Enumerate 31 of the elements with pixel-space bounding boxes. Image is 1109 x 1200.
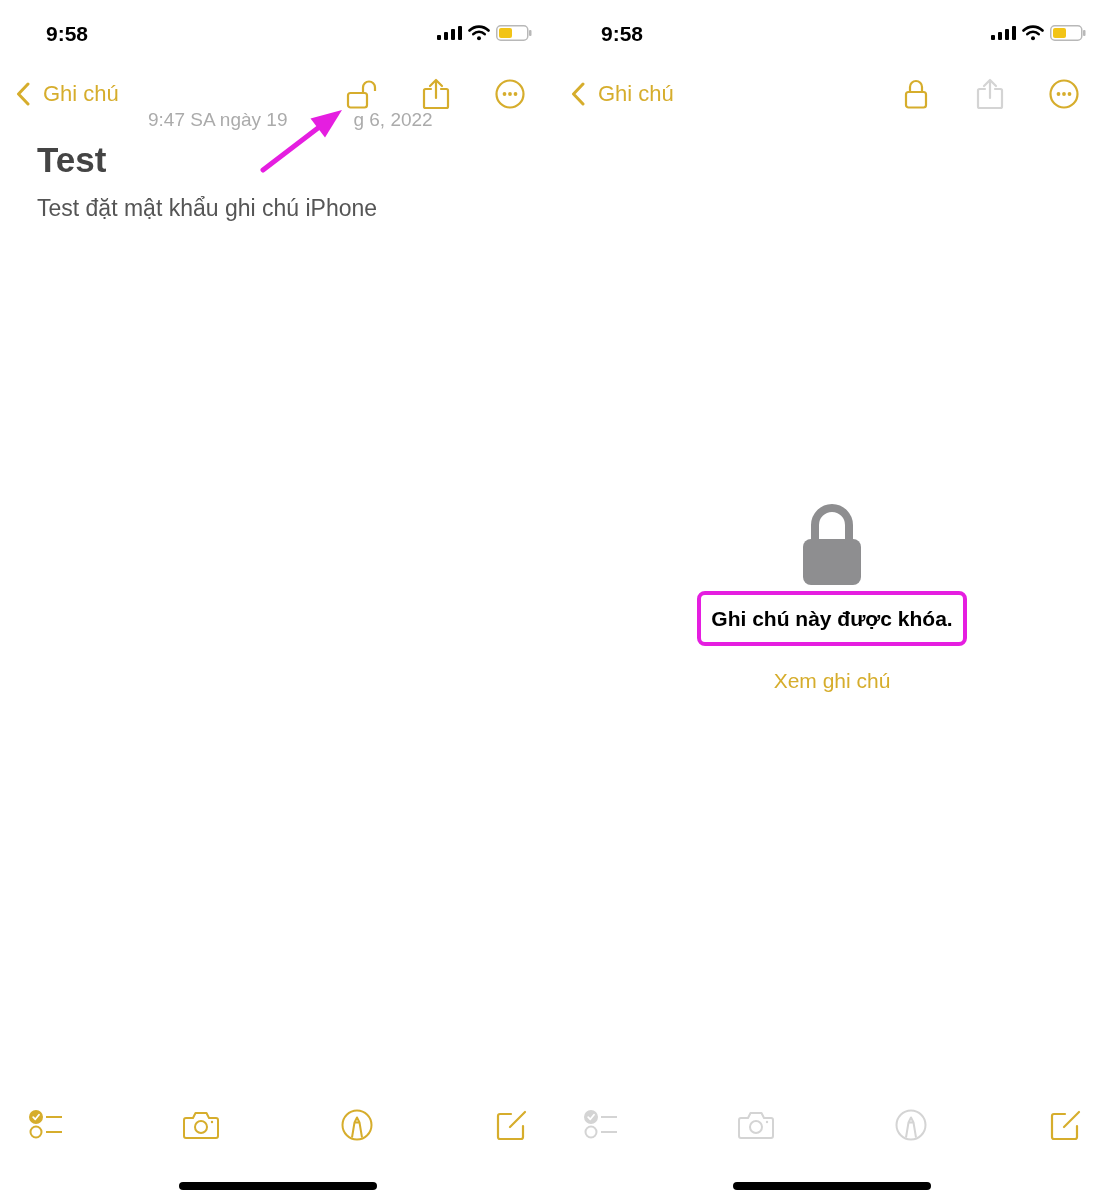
compose-icon — [496, 1109, 528, 1141]
more-icon — [1049, 79, 1079, 109]
note-date: 9:47 SA ngày 19 — [148, 110, 288, 130]
battery-icon — [1050, 25, 1086, 41]
share-icon — [975, 78, 1005, 110]
view-note-link[interactable]: Xem ghi chú — [773, 667, 891, 695]
locked-message: Ghi chú này được khóa. — [711, 605, 953, 632]
wifi-icon — [1022, 25, 1044, 41]
checklist-icon — [584, 1110, 618, 1140]
wifi-icon — [468, 25, 490, 41]
more-icon — [495, 79, 525, 109]
pen-circle-icon — [340, 1109, 373, 1141]
back-button[interactable]: Ghi chú — [16, 82, 119, 106]
signal-icon — [991, 26, 1016, 40]
note-title: Test — [37, 139, 107, 181]
note-body: Test đặt mật khẩu ghi chú iPhone — [37, 194, 378, 222]
compose-icon — [1050, 1109, 1082, 1141]
back-button[interactable]: Ghi chú — [571, 82, 674, 106]
battery-icon — [496, 25, 532, 41]
camera-icon — [738, 1110, 774, 1140]
status-time: 9:58 — [601, 22, 644, 44]
signal-icon — [437, 26, 462, 40]
padlock-icon — [803, 503, 861, 585]
camera-icon — [183, 1110, 220, 1140]
chevron-icon — [16, 82, 30, 106]
status-time: 9:58 — [46, 22, 89, 44]
checklist-icon — [29, 1110, 63, 1140]
chevron-icon — [571, 82, 585, 106]
pen-circle-icon — [895, 1109, 927, 1141]
share-icon — [421, 78, 451, 110]
note-date: g 6, 2022 — [353, 110, 433, 130]
